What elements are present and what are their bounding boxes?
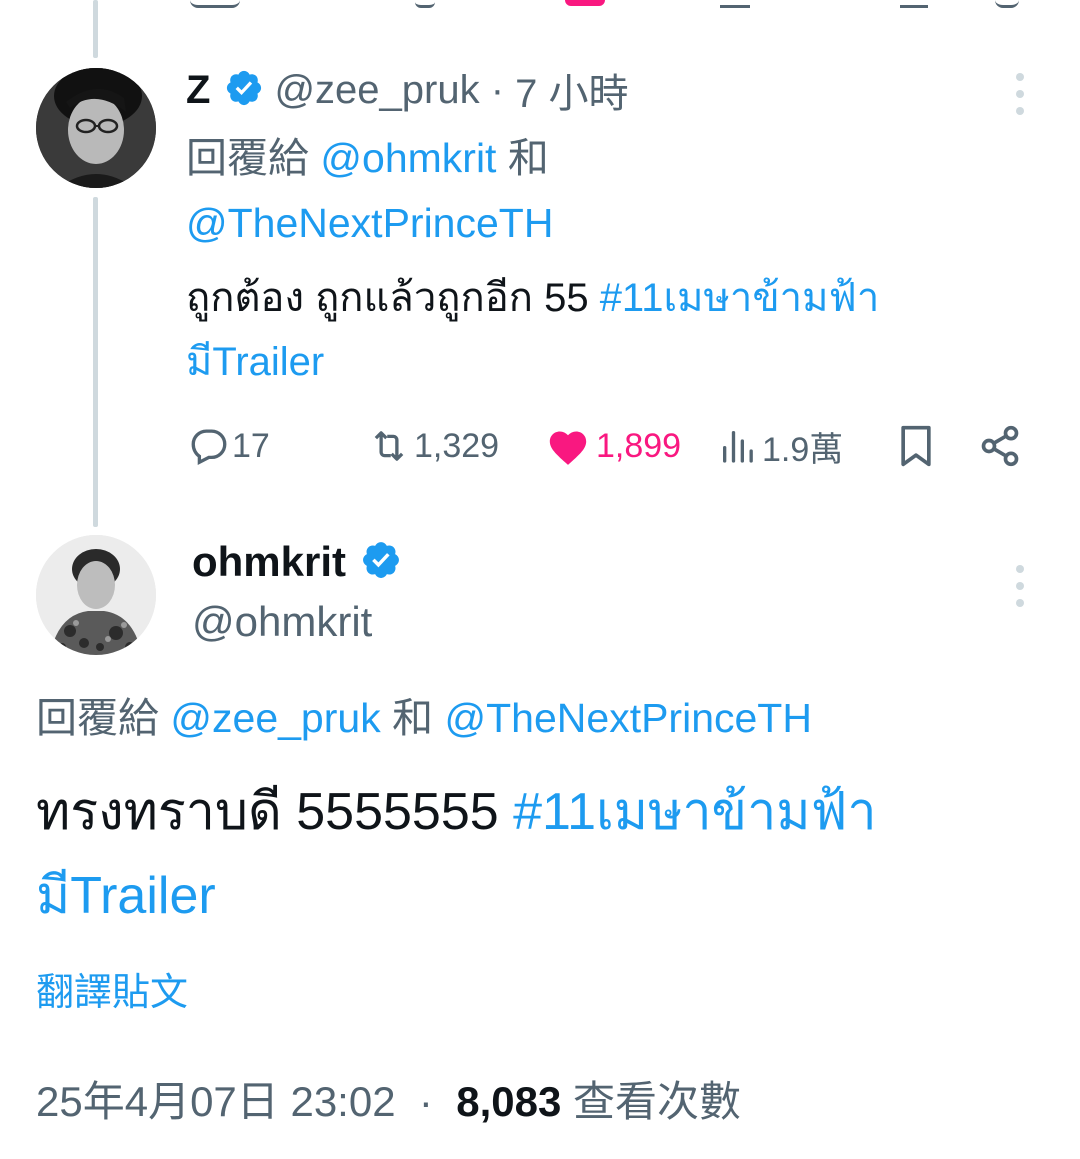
tweet-text-line2: มีTrailer: [36, 856, 216, 936]
reply-joiner: 和: [392, 695, 434, 741]
translate-post-button[interactable]: 翻譯貼文: [36, 966, 188, 1020]
tweet-text: ทรงทราบดี 5555555 #11เมษาข้ามฟ้า: [36, 772, 877, 852]
hashtag-link-continued[interactable]: มีTrailer: [36, 867, 216, 925]
reply-count: 17: [232, 426, 270, 465]
display-name[interactable]: ohmkrit: [192, 538, 346, 586]
hashtag-link[interactable]: #11เมษาข้ามฟ้า: [513, 783, 876, 841]
thread-line-bottom: [93, 197, 98, 527]
bookmark-icon: [896, 424, 936, 468]
reply-button[interactable]: 17: [188, 424, 270, 468]
tweet-body: ทรงทราบดี 5555555: [36, 783, 499, 841]
header-separator: ·: [479, 67, 516, 112]
mention-link[interactable]: @zee_pruk: [170, 695, 380, 741]
verified-badge-icon: [224, 68, 264, 113]
tweet-body: ถูกต้อง ถูกแล้วถูกอีก 55: [186, 276, 589, 320]
display-name[interactable]: Z: [186, 68, 210, 113]
hashtag-link-continued[interactable]: มีTrailer: [186, 340, 324, 384]
handle[interactable]: @ohmkrit: [192, 592, 402, 652]
meta-separator: ·: [407, 1078, 445, 1125]
previous-tweet-actions-remnant: [190, 0, 1030, 8]
mention-link[interactable]: @TheNextPrinceTH: [186, 200, 553, 246]
more-icon[interactable]: [1010, 73, 1030, 124]
like-icon: [546, 426, 590, 466]
share-button[interactable]: [978, 424, 1022, 468]
mention-link[interactable]: @TheNextPrinceTH: [445, 695, 812, 741]
reply-joiner: 和: [507, 135, 549, 181]
tweet-timestamp[interactable]: 25年4月07日 23:02: [36, 1078, 396, 1125]
reply-prefix: 回覆給: [36, 695, 159, 741]
share-icon: [978, 424, 1022, 468]
tweet-text: ถูกต้อง ถูกแล้วถูกอีก 55 #11เมษาข้ามฟ้า: [186, 266, 879, 330]
tweet-header: Z @zee_pruk · 7 小時: [186, 61, 629, 119]
replying-to: 回覆給 @ohmkrit 和: [186, 128, 549, 188]
views-button[interactable]: 1.9萬: [718, 424, 844, 469]
verified-badge-icon: [360, 539, 402, 586]
repost-button[interactable]: 1,329: [366, 424, 499, 468]
tweet-meta: 25年4月07日 23:02 · 8,083 查看次數: [36, 1072, 741, 1132]
views-icon: [718, 426, 758, 466]
tweet-text-line2: มีTrailer: [186, 330, 324, 394]
view-label: 查看次數: [573, 1078, 742, 1125]
thread-line-top: [93, 0, 98, 58]
hashtag-link[interactable]: #11เมษาข้ามฟ้า: [600, 276, 880, 320]
replying-to-line2: @TheNextPrinceTH: [186, 193, 553, 253]
reply-icon: [188, 425, 230, 467]
mention-link[interactable]: @ohmkrit: [320, 135, 496, 181]
avatar[interactable]: [36, 535, 156, 655]
view-count: 8,083: [456, 1078, 562, 1125]
view-count: 1.9萬: [762, 430, 844, 469]
timestamp[interactable]: 7 小時: [515, 61, 628, 119]
replying-to: 回覆給 @zee_pruk 和 @TheNextPrinceTH: [36, 688, 812, 748]
author-block: ohmkrit @ohmkrit: [192, 536, 402, 652]
like-count: 1,899: [596, 426, 682, 465]
bookmark-button[interactable]: [896, 424, 936, 468]
like-button[interactable]: 1,899: [546, 424, 681, 468]
repost-count: 1,329: [414, 426, 500, 465]
avatar[interactable]: [36, 68, 156, 188]
reply-prefix: 回覆給: [186, 135, 309, 181]
repost-icon: [366, 425, 412, 467]
handle[interactable]: @zee_pruk: [274, 68, 479, 113]
more-icon[interactable]: [1010, 565, 1030, 616]
